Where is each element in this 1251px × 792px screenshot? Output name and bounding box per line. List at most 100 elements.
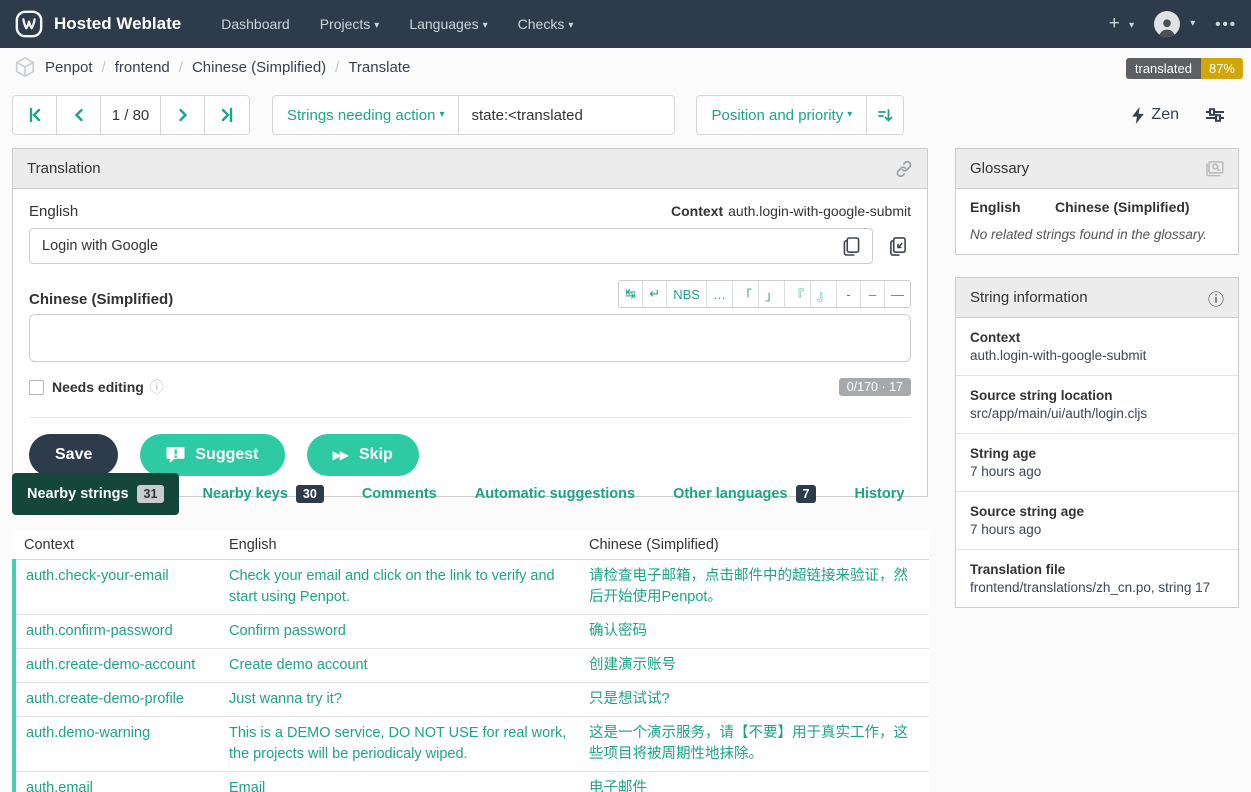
row-chinese[interactable]: 创建演示账号 xyxy=(579,649,929,683)
row-context[interactable]: auth.confirm-password xyxy=(14,615,219,649)
clone-to-translation-icon[interactable] xyxy=(885,233,911,259)
nav-item-checks[interactable]: Checks▾ xyxy=(506,8,586,40)
row-english[interactable]: Create demo account xyxy=(219,649,579,683)
table-row[interactable]: auth.email Email 电子邮件 xyxy=(14,772,929,792)
tab-count-badge: 7 xyxy=(796,485,817,503)
insert-tab-button[interactable]: ↹ xyxy=(619,281,643,307)
tab-automatic-suggestions[interactable]: Automatic suggestions xyxy=(460,474,650,514)
filter-dropdown[interactable]: Strings needing action▾ xyxy=(272,95,459,135)
breadcrumb-component[interactable]: frontend xyxy=(115,59,170,76)
breadcrumb-language[interactable]: Chinese (Simplified) xyxy=(192,59,326,76)
browse-glossary-icon[interactable] xyxy=(1206,161,1224,177)
insert-en-dash-button[interactable]: – xyxy=(861,281,885,307)
table-row[interactable]: auth.confirm-password Confirm password 确… xyxy=(14,615,929,649)
copy-source-icon[interactable] xyxy=(838,233,864,259)
last-page-button[interactable] xyxy=(205,96,249,134)
chevron-down-icon: ▾ xyxy=(439,109,444,120)
chevron-down-icon: ▾ xyxy=(847,109,852,120)
nav-item-projects[interactable]: Projects▾ xyxy=(308,8,392,40)
table-row[interactable]: auth.demo-warning This is a DEMO service… xyxy=(14,717,929,772)
insert-nbsp-button[interactable]: NBS xyxy=(667,281,707,307)
translation-panel-header: Translation xyxy=(13,149,927,189)
user-menu-button[interactable]: ▾ xyxy=(1154,11,1195,37)
insert-ellipsis-button[interactable]: … xyxy=(707,281,733,307)
breadcrumb-project[interactable]: Penpot xyxy=(45,59,93,76)
needs-editing-checkbox[interactable] xyxy=(29,380,44,395)
table-row[interactable]: auth.create-demo-account Create demo acc… xyxy=(14,649,929,683)
weblate-logo-icon xyxy=(14,9,44,39)
previous-page-button[interactable] xyxy=(57,96,101,134)
info-row-translation-file: Translation file frontend/translations/z… xyxy=(956,550,1238,607)
page-position: 1 / 80 xyxy=(101,96,161,134)
info-icon[interactable]: ⓘ xyxy=(1208,286,1224,310)
tab-history[interactable]: History xyxy=(839,474,919,514)
column-header-english: English xyxy=(219,531,579,560)
row-english[interactable]: Email xyxy=(219,772,579,792)
insert-hyphen-button[interactable]: - xyxy=(837,281,861,307)
row-chinese[interactable]: 这是一个演示服务，请【不要】用于真实工作，这些项目将被周期性地抹除。 xyxy=(579,717,929,772)
nav-item-languages[interactable]: Languages▾ xyxy=(397,8,499,40)
breadcrumb-page[interactable]: Translate xyxy=(348,59,410,76)
context-value: auth.login-with-google-submit xyxy=(728,203,911,219)
row-chinese[interactable]: 请检查电子邮箱，点击邮件中的超链接来验证，然后开始使用Penpot。 xyxy=(579,560,929,615)
row-chinese[interactable]: 电子邮件 xyxy=(579,772,929,792)
row-english[interactable]: Check your email and click on the link t… xyxy=(219,560,579,615)
panel-title: Translation xyxy=(27,160,101,177)
save-button[interactable]: Save xyxy=(29,434,118,476)
top-navbar: Hosted Weblate Dashboard Projects▾ Langu… xyxy=(0,0,1251,48)
insert-corner-bracket-close-button[interactable]: 」 xyxy=(759,281,785,307)
suggest-button[interactable]: Suggest xyxy=(140,434,284,476)
needs-editing-label: Needs editing xyxy=(52,379,144,395)
insert-em-dash-button[interactable]: — xyxy=(885,281,910,307)
glossary-title: Glossary xyxy=(970,160,1029,177)
search-input[interactable] xyxy=(459,95,675,135)
translated-progress-badge[interactable]: translated 87% xyxy=(1126,58,1243,79)
row-context[interactable]: auth.create-demo-account xyxy=(14,649,219,683)
info-icon[interactable]: ⓘ xyxy=(150,377,164,397)
nav-item-dashboard[interactable]: Dashboard xyxy=(209,8,302,40)
more-menu-button[interactable]: ••• xyxy=(1215,16,1237,33)
brand-home-link[interactable]: Hosted Weblate xyxy=(14,9,181,39)
string-information-header: String information ⓘ xyxy=(956,278,1238,318)
page: Hosted Weblate Dashboard Projects▾ Langu… xyxy=(0,0,1251,792)
translation-panel: Translation English Contextauth.login-wi… xyxy=(12,148,928,497)
insert-newline-button[interactable]: ↵ xyxy=(643,281,667,307)
right-sidebar: Glossary English Chinese (Simplified) No… xyxy=(955,148,1239,608)
string-information-title: String information xyxy=(970,289,1088,306)
table-row[interactable]: auth.check-your-email Check your email a… xyxy=(14,560,929,615)
insert-corner-bracket-open-button[interactable]: 「 xyxy=(733,281,759,307)
row-context[interactable]: auth.create-demo-profile xyxy=(14,683,219,717)
sort-direction-button[interactable] xyxy=(867,95,904,135)
chevron-down-icon: ▾ xyxy=(374,20,379,31)
skip-button[interactable]: ▶▶ Skip xyxy=(307,434,419,476)
tab-other-languages[interactable]: Other languages7 xyxy=(658,473,831,515)
info-row-string-age: String age 7 hours ago xyxy=(956,434,1238,492)
add-menu-button[interactable]: + ▾ xyxy=(1109,13,1134,35)
row-context[interactable]: auth.email xyxy=(14,772,219,792)
project-cube-icon xyxy=(14,56,36,78)
row-english[interactable]: This is a DEMO service, DO NOT USE for r… xyxy=(219,717,579,772)
zen-mode-button[interactable]: Zen xyxy=(1132,106,1179,124)
insert-white-corner-bracket-open-button[interactable]: 『 xyxy=(785,281,811,307)
sort-dropdown[interactable]: Position and priority▾ xyxy=(696,95,867,135)
tab-nearby-strings[interactable]: Nearby strings31 xyxy=(12,473,179,515)
tab-nearby-keys[interactable]: Nearby keys30 xyxy=(187,473,338,515)
row-chinese[interactable]: 只是想试试? xyxy=(579,683,929,717)
row-context[interactable]: auth.check-your-email xyxy=(14,560,219,615)
first-page-button[interactable] xyxy=(13,96,57,134)
info-row-source-string-age: Source string age 7 hours ago xyxy=(956,492,1238,550)
next-page-button[interactable] xyxy=(161,96,205,134)
settings-sliders-button[interactable] xyxy=(1205,106,1225,124)
row-english[interactable]: Just wanna try it? xyxy=(219,683,579,717)
string-information-body: Context auth.login-with-google-submit So… xyxy=(956,318,1238,607)
glossary-col-chinese: Chinese (Simplified) xyxy=(1055,199,1190,215)
insert-white-corner-bracket-close-button[interactable]: 』 xyxy=(811,281,837,307)
tab-comments[interactable]: Comments xyxy=(347,474,452,514)
needs-editing-row: Needs editing ⓘ 0/170 · 17 xyxy=(29,377,911,397)
translation-textarea[interactable] xyxy=(29,314,911,362)
table-row[interactable]: auth.create-demo-profile Just wanna try … xyxy=(14,683,929,717)
row-context[interactable]: auth.demo-warning xyxy=(14,717,219,772)
row-chinese[interactable]: 确认密码 xyxy=(579,615,929,649)
row-english[interactable]: Confirm password xyxy=(219,615,579,649)
permalink-icon[interactable] xyxy=(895,160,913,178)
